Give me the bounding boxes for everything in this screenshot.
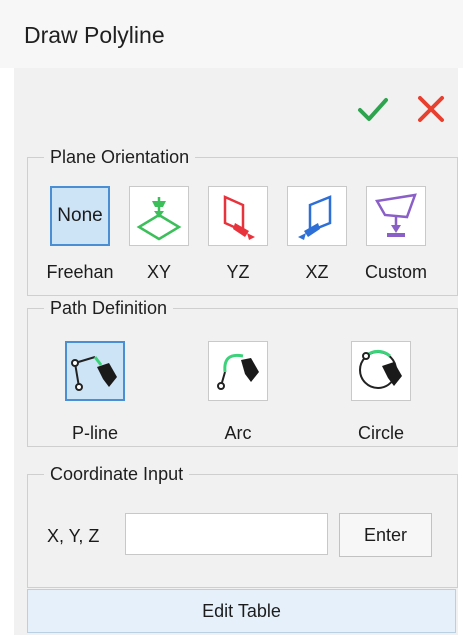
plane-xy-label: XY: [146, 262, 171, 282]
window-title: Draw Polyline: [24, 22, 165, 48]
coordinate-input-title: Coordinate Input: [44, 462, 190, 486]
enter-button[interactable]: Enter: [339, 513, 432, 557]
path-pline-label: P-line: [71, 423, 119, 443]
coordinate-label: X, Y, Z: [47, 526, 100, 546]
xy-plane-icon: [136, 197, 182, 241]
edit-table-button[interactable]: Edit Table: [27, 589, 456, 633]
plane-custom-label: Custom: [364, 262, 427, 282]
plane-xz-label: XZ: [305, 262, 329, 282]
path-definition-title: Path Definition: [44, 296, 174, 320]
path-circle-button[interactable]: [351, 341, 411, 401]
plane-xz-button[interactable]: [287, 186, 347, 246]
custom-plane-icon: [375, 193, 417, 237]
plane-none-button[interactable]: None: [50, 186, 110, 246]
plane-xy-button[interactable]: [129, 186, 189, 246]
pline-pen-icon: [71, 356, 117, 391]
close-icon: [418, 96, 444, 122]
path-pline-button[interactable]: [65, 341, 125, 401]
arc-pen-icon: [217, 353, 259, 390]
none-icon: None: [57, 205, 103, 226]
coordinate-input-field[interactable]: [125, 513, 328, 555]
plane-yz-button[interactable]: [208, 186, 268, 246]
plane-none-label: Freehan: [46, 262, 114, 282]
title-bar: Draw Polyline: [0, 0, 463, 68]
circle-pen-icon: [359, 349, 402, 389]
plane-yz-label: YZ: [226, 262, 250, 282]
xz-plane-icon: [298, 195, 332, 240]
plane-custom-button[interactable]: [366, 186, 426, 246]
accept-button[interactable]: [356, 92, 390, 126]
path-arc-label: Arc: [224, 423, 252, 443]
path-arc-button[interactable]: [208, 341, 268, 401]
cancel-button[interactable]: [414, 92, 448, 126]
checkmark-icon: [358, 98, 388, 121]
yz-plane-icon: [223, 195, 255, 240]
path-circle-label: Circle: [357, 423, 404, 443]
plane-orientation-title: Plane Orientation: [44, 145, 196, 169]
